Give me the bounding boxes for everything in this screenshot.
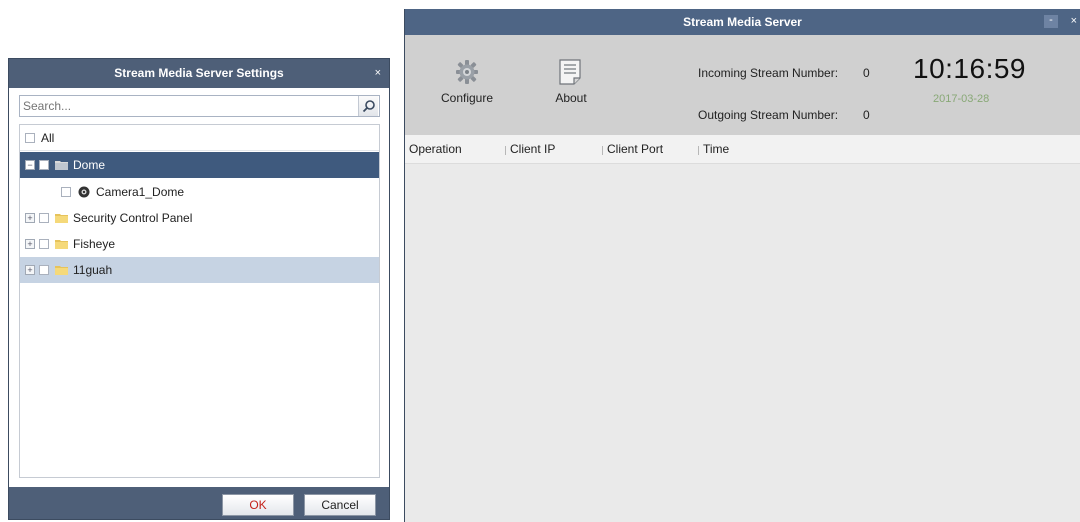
configure-label: Configure: [440, 91, 494, 105]
all-label: All: [41, 131, 55, 145]
tree-item-security-control-panel[interactable]: + Security Control Panel: [20, 205, 379, 231]
dialog-body: All − Dome Camera1_Dome +: [9, 88, 389, 487]
dialog-title: Stream Media Server Settings: [114, 66, 284, 80]
clock-time: 10:16:59: [913, 53, 1026, 84]
stream-media-server-settings-dialog: Stream Media Server Settings × All −: [8, 58, 390, 520]
expand-icon[interactable]: +: [25, 213, 35, 223]
incoming-stream-value: 0: [863, 66, 870, 80]
outgoing-stream-label: Outgoing Stream Number:: [698, 108, 839, 122]
column-header-operation[interactable]: Operation: [409, 135, 462, 164]
tree-item-label: Dome: [73, 158, 106, 172]
toolbar: Configure About Incoming Stream Number: …: [405, 35, 1080, 135]
window-close-icon[interactable]: ×: [1071, 13, 1077, 29]
outgoing-stream-value: 0: [863, 108, 870, 122]
window-title: Stream Media Server: [405, 9, 1080, 35]
search-button[interactable]: [358, 96, 378, 116]
tree-item-fisheye[interactable]: + Fisheye: [20, 231, 379, 257]
device-tree: All − Dome Camera1_Dome + Security Contr…: [19, 124, 380, 478]
column-header-client-port[interactable]: Client Port: [607, 135, 663, 164]
expand-icon[interactable]: +: [25, 239, 35, 249]
cancel-button[interactable]: Cancel: [304, 494, 376, 516]
camera-checkbox[interactable]: [61, 187, 71, 197]
tree-item-label: Camera1_Dome: [96, 185, 185, 199]
about-button[interactable]: About: [536, 59, 606, 113]
folder-icon: [55, 161, 68, 170]
11guah-checkbox[interactable]: [39, 265, 49, 275]
all-checkbox[interactable]: [25, 133, 35, 143]
column-divider[interactable]: [698, 146, 699, 155]
minimize-icon[interactable]: -: [1044, 15, 1058, 28]
tree-item-label: Security Control Panel: [73, 211, 193, 225]
tree-item-dome[interactable]: − Dome: [20, 152, 379, 178]
configure-button[interactable]: Configure: [432, 59, 502, 113]
column-header-time[interactable]: Time: [703, 135, 729, 164]
gear-icon: [456, 60, 478, 84]
expand-icon[interactable]: +: [25, 265, 35, 275]
column-header-client-ip[interactable]: Client IP: [510, 135, 555, 164]
tree-item-label: Fisheye: [73, 237, 116, 251]
folder-icon: [55, 266, 68, 275]
dialog-footer: OK Cancel: [9, 487, 389, 519]
ok-button[interactable]: OK: [222, 494, 294, 516]
folder-icon: [55, 240, 68, 249]
tree-item-11guah[interactable]: + 11guah: [20, 257, 379, 283]
tree-item-label: 11guah: [73, 263, 113, 277]
stream-media-server-window: Stream Media Server - × Configure About …: [404, 9, 1080, 522]
folder-icon: [55, 214, 68, 223]
search-box: [19, 95, 380, 117]
search-input[interactable]: [20, 96, 356, 116]
search-icon: [362, 100, 375, 113]
incoming-stream-label: Incoming Stream Number:: [698, 66, 839, 80]
collapse-icon[interactable]: −: [25, 160, 35, 170]
tree-row-all[interactable]: All: [20, 125, 379, 151]
tree-item-camera1-dome[interactable]: Camera1_Dome: [20, 179, 379, 205]
about-label: About: [555, 91, 587, 105]
column-divider[interactable]: [602, 146, 603, 155]
fisheye-checkbox[interactable]: [39, 239, 49, 249]
client-table-header: Operation Client IP Client Port Time: [405, 135, 1080, 164]
security-checkbox[interactable]: [39, 213, 49, 223]
client-table-body: [405, 164, 1080, 522]
camera-icon: [78, 186, 90, 198]
document-icon: [559, 59, 581, 85]
dome-checkbox[interactable]: [39, 160, 49, 170]
column-divider[interactable]: [505, 146, 506, 155]
dialog-close-icon[interactable]: ×: [375, 59, 381, 87]
clock-date: 2017-03-28: [933, 93, 990, 105]
